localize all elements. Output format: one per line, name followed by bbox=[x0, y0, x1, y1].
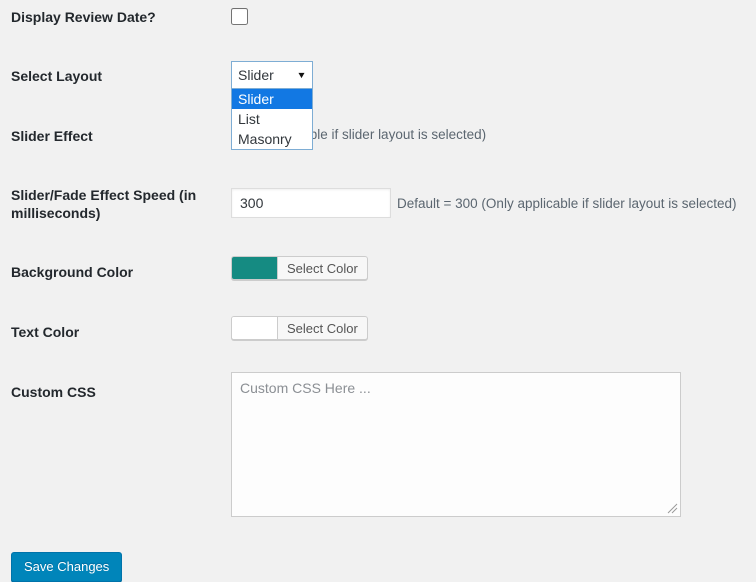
text-color-button-label: Select Color bbox=[287, 320, 358, 336]
label-select-layout: Select Layout bbox=[11, 68, 103, 84]
select-layout-option-list: Slider List Masonry bbox=[231, 89, 313, 150]
select-layout-wrapper: Slider ▼ Slider List Masonry bbox=[231, 61, 313, 150]
label-background-color: Background Color bbox=[11, 264, 134, 280]
slider-fade-effect-speed-input[interactable] bbox=[231, 188, 391, 218]
field-display-review-date bbox=[231, 8, 248, 25]
help-slider-fade-effect-speed: Default = 300 (Only applicable if slider… bbox=[397, 196, 737, 211]
field-slider-fade-effect-speed bbox=[231, 188, 391, 218]
label-text-color: Text Color bbox=[11, 324, 80, 340]
field-text-color: Select Color bbox=[231, 316, 368, 342]
background-color-swatch bbox=[232, 257, 278, 279]
select-layout-option-masonry[interactable]: Masonry bbox=[232, 129, 312, 149]
background-color-picker-button[interactable]: Select Color bbox=[231, 256, 368, 280]
field-custom-css bbox=[231, 372, 681, 517]
label-custom-css: Custom CSS bbox=[11, 384, 96, 400]
label-slider-effect: Slider Effect bbox=[11, 128, 93, 144]
save-changes-button[interactable]: Save Changes bbox=[11, 552, 123, 582]
text-color-picker-button[interactable]: Select Color bbox=[231, 316, 368, 340]
chevron-down-icon: ▼ bbox=[296, 69, 307, 80]
custom-css-textarea[interactable] bbox=[231, 372, 681, 517]
select-layout-value: Slider bbox=[238, 67, 274, 83]
select-layout-dropdown[interactable]: Slider ▼ bbox=[231, 61, 313, 89]
label-display-review-date: Display Review Date? bbox=[11, 9, 156, 25]
background-color-button-label: Select Color bbox=[287, 260, 358, 276]
field-background-color: Select Color bbox=[231, 256, 368, 282]
select-layout-option-slider[interactable]: Slider bbox=[232, 89, 312, 109]
custom-css-container bbox=[231, 372, 681, 517]
display-review-date-checkbox[interactable] bbox=[231, 8, 248, 25]
field-select-layout: Slider ▼ Slider List Masonry bbox=[231, 61, 313, 150]
text-color-swatch bbox=[232, 317, 278, 339]
select-layout-option-list[interactable]: List bbox=[232, 109, 312, 129]
label-slider-fade-effect-speed: Slider/Fade Effect Speed (in millisecond… bbox=[11, 187, 197, 222]
